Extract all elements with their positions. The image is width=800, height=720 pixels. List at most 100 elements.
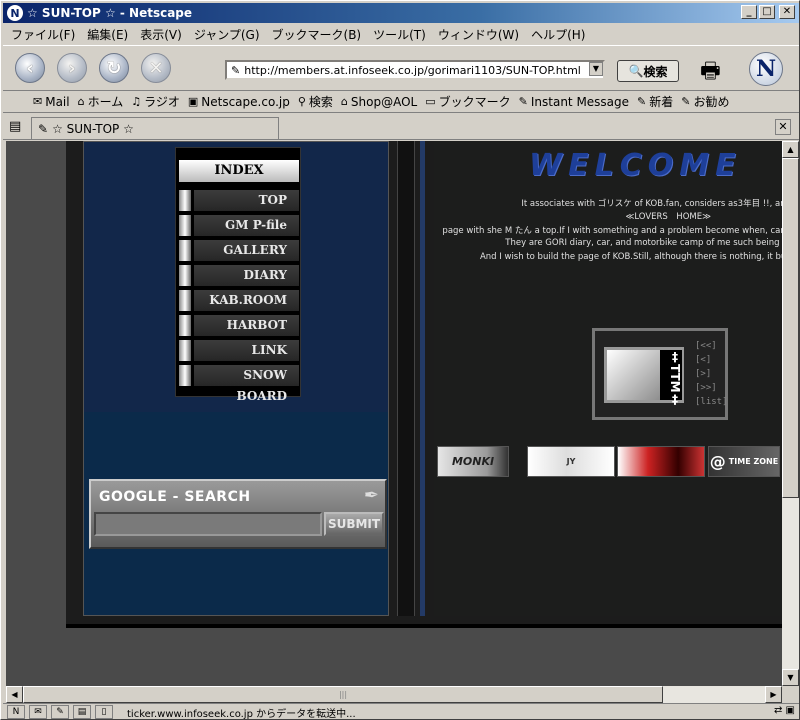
index-item-gallery[interactable]: GALLERY bbox=[179, 240, 299, 261]
toolbar-item-recommend[interactable]: ✎ お勧め bbox=[681, 93, 729, 110]
browser-window: N ☆ SUN-TOP ☆ - Netscape _ □ ✕ ファイル(F) 編… bbox=[0, 0, 800, 720]
frame-divider-blue bbox=[420, 141, 425, 616]
menu-go[interactable]: ジャンプ(G) bbox=[194, 26, 260, 43]
google-search-title: GOOGLE - SEARCH bbox=[99, 489, 251, 505]
toolbar-item-radio[interactable]: ♫ ラジオ bbox=[131, 93, 180, 110]
search-icon: 🔍 bbox=[628, 64, 644, 78]
ring-first-link[interactable]: [<<] bbox=[695, 341, 717, 351]
google-search-input[interactable] bbox=[94, 512, 322, 536]
toolbar-item-netscape[interactable]: ▣ Netscape.co.jp bbox=[188, 95, 290, 109]
menu-edit[interactable]: 編集(E) bbox=[87, 26, 128, 43]
link-icon: ✎ bbox=[637, 95, 647, 108]
horizontal-scroll-thumb[interactable]: ||| bbox=[23, 686, 663, 703]
toolbar-item-im[interactable]: ✎ Instant Message bbox=[519, 95, 629, 109]
index-item-snow-board[interactable]: SNOW BOARD bbox=[179, 365, 299, 403]
reload-button[interactable]: ↻ bbox=[99, 53, 129, 83]
url-bar: ✎ http://members.at.infoseek.co.jp/gorim… bbox=[225, 59, 609, 81]
minimize-button[interactable]: _ bbox=[741, 5, 757, 19]
index-item-link[interactable]: LINK bbox=[179, 340, 299, 361]
search-button[interactable]: 🔍 検索 bbox=[617, 60, 679, 82]
mail-icon: ✉ bbox=[33, 95, 43, 108]
ring-next-link[interactable]: [>] bbox=[695, 369, 711, 379]
frame-divider bbox=[397, 141, 415, 616]
toolbar-item-home[interactable]: ⌂ ホーム bbox=[78, 93, 124, 110]
scroll-left-arrow[interactable]: ◀ bbox=[6, 686, 23, 703]
welcome-message-line-2: ≪LOVERS HOME≫ bbox=[625, 212, 711, 222]
my-icon: ▣ bbox=[187, 95, 199, 108]
navigator-icon[interactable]: N bbox=[7, 705, 25, 719]
index-item-harbot[interactable]: HARBOT bbox=[179, 315, 299, 336]
scroll-up-arrow[interactable]: ▲ bbox=[782, 141, 799, 158]
web-ring-box: ‡TTM‡ [<<] [<] [>] [>>] [list] bbox=[592, 328, 728, 420]
window-title: ☆ SUN-TOP ☆ - Netscape bbox=[27, 6, 193, 20]
index-item-kab-room[interactable]: KAB.ROOM bbox=[179, 290, 299, 311]
at-sign-icon: @ bbox=[709, 452, 726, 471]
page-pin-icon[interactable]: ✎ bbox=[231, 64, 240, 77]
status-bar: N ✉ ✎ ▤ ▯ ticker.www.infoseek.co.jp からデー… bbox=[3, 703, 799, 720]
netscape-logo-icon[interactable]: N bbox=[749, 52, 783, 86]
menu-view[interactable]: 表示(V) bbox=[140, 26, 182, 43]
banner-time-zone-label: TIME ZONE bbox=[728, 457, 779, 466]
tab-sun-top[interactable]: ✎ ☆ SUN-TOP ☆ bbox=[31, 117, 279, 139]
back-button[interactable]: ‹ bbox=[15, 53, 45, 83]
toolbar-item-shop[interactable]: ⌂ Shop@AOL bbox=[341, 95, 417, 109]
document-icon[interactable]: ▯ bbox=[95, 705, 113, 719]
home-icon: ⌂ bbox=[77, 95, 85, 108]
menu-bar: ファイル(F) 編集(E) 表示(V) ジャンプ(G) ブックマーク(B) ツー… bbox=[3, 24, 799, 44]
index-header: INDEX bbox=[179, 160, 299, 182]
close-window-button[interactable]: ✕ bbox=[779, 5, 795, 19]
banner-monki[interactable]: MONKI bbox=[437, 446, 509, 477]
menu-help[interactable]: ヘルプ(H) bbox=[531, 26, 585, 43]
welcome-banner: WELCOME bbox=[529, 148, 742, 183]
new-tab-icon[interactable]: ▤ bbox=[9, 119, 21, 134]
index-item-gm-profile[interactable]: GM P-file bbox=[179, 215, 299, 236]
url-dropdown-button[interactable]: ▼ bbox=[589, 62, 603, 76]
scroll-down-arrow[interactable]: ▼ bbox=[782, 669, 799, 686]
mail-icon[interactable]: ✉ bbox=[29, 705, 47, 719]
status-text: ticker.www.infoseek.co.jp からデータを転送中... bbox=[127, 708, 356, 720]
index-menu: INDEX TOP GM P-file GALLERY DIARY KAB.RO… bbox=[175, 147, 301, 403]
toolbar-item-new[interactable]: ✎ 新着 bbox=[637, 93, 673, 110]
stop-button[interactable]: ✕ bbox=[141, 53, 171, 83]
url-input[interactable]: ✎ http://members.at.infoseek.co.jp/gorim… bbox=[225, 60, 605, 80]
index-item-top[interactable]: TOP bbox=[179, 190, 299, 211]
banner-time-zone[interactable]: @ TIME ZONE bbox=[708, 446, 780, 477]
banner-red[interactable] bbox=[617, 446, 705, 477]
menu-tools[interactable]: ツール(T) bbox=[373, 26, 426, 43]
folder-icon: ▭ bbox=[425, 95, 436, 108]
menu-bookmarks[interactable]: ブックマーク(B) bbox=[272, 26, 362, 43]
print-icon[interactable]: 🖶 bbox=[700, 54, 721, 92]
index-item-diary[interactable]: DIARY bbox=[179, 265, 299, 286]
forward-button[interactable]: › bbox=[57, 53, 87, 83]
ring-prev-link[interactable]: [<] bbox=[695, 355, 711, 365]
welcome-message-line-3: page with she M たん a top.If I with somet… bbox=[442, 226, 783, 236]
personal-toolbar: ✉ Mail ⌂ ホーム ♫ ラジオ ▣ Netscape.co.jp ⚲ 検索 ⌂ Sho… bbox=[3, 91, 799, 113]
feather-icon: ✒ bbox=[363, 485, 379, 506]
google-submit-button[interactable]: SUBMIT bbox=[324, 512, 384, 536]
maximize-button[interactable]: □ bbox=[759, 5, 775, 19]
scroll-right-arrow[interactable]: ▶ bbox=[765, 686, 782, 703]
headphones-icon: ♫ bbox=[131, 95, 142, 108]
welcome-message-line-4: They are GORI diary, car, and motorbike … bbox=[505, 238, 783, 248]
composer-icon[interactable]: ✎ bbox=[51, 705, 69, 719]
title-bar[interactable]: N ☆ SUN-TOP ☆ - Netscape _ □ ✕ bbox=[3, 3, 799, 23]
left-column: INDEX TOP GM P-file GALLERY DIARY KAB.RO… bbox=[83, 141, 389, 616]
menu-file[interactable]: ファイル(F) bbox=[11, 26, 75, 43]
close-tab-button[interactable]: ✕ bbox=[775, 119, 791, 135]
navigation-toolbar: ‹ › ↻ ✕ ✎ http://members.at.infoseek.co.… bbox=[3, 45, 799, 91]
menu-window[interactable]: ウィンドウ(W) bbox=[438, 26, 519, 43]
banner-jy[interactable]: JY bbox=[527, 446, 615, 477]
toolbar-item-bookmarks[interactable]: ▭ ブックマーク bbox=[425, 93, 510, 110]
ring-last-link[interactable]: [>>] bbox=[695, 383, 717, 393]
address-book-icon[interactable]: ▤ bbox=[73, 705, 91, 719]
vertical-scrollbar[interactable]: ▲ ▼ bbox=[782, 141, 799, 686]
connection-status-icon[interactable]: ⇄ ▣ bbox=[774, 705, 795, 716]
ring-list-link[interactable]: [list] bbox=[695, 397, 728, 407]
toolbar-item-mail[interactable]: ✉ Mail bbox=[33, 95, 70, 109]
link-icon: ✎ bbox=[681, 95, 691, 108]
horizontal-scrollbar[interactable]: ◀ ||| ▶ bbox=[6, 686, 782, 703]
netscape-app-icon[interactable]: N bbox=[7, 5, 23, 21]
welcome-message-line-5: And I wish to build the page of KOB.Stil… bbox=[479, 252, 783, 262]
vertical-scroll-thumb[interactable] bbox=[782, 158, 799, 498]
toolbar-item-search[interactable]: ⚲ 検索 bbox=[298, 93, 333, 110]
